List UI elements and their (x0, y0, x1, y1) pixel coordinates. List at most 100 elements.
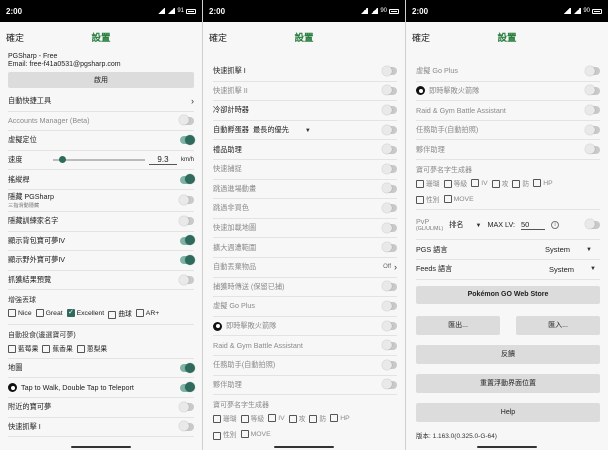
namegen-gender[interactable]: 性別 (416, 194, 440, 205)
pal-helper-toggle[interactable] (585, 144, 600, 155)
confirm-button[interactable]: 確定 (209, 31, 227, 44)
row-instant-capture[interactable]: 即時擊敗火箭隊 (416, 82, 600, 102)
quick-catch-toggle[interactable] (382, 163, 397, 174)
namegen-def[interactable]: 防 (309, 413, 326, 424)
row-go-plus[interactable]: 虛擬 Go Plus (416, 62, 600, 82)
namegen-def[interactable]: 防 (512, 178, 529, 189)
row-auto-hatch[interactable]: 自動孵蛋器 最長的優先 ▼ (213, 121, 397, 141)
berry-razz[interactable]: 藍莓果 (8, 343, 38, 353)
fast-map-load-toggle[interactable] (382, 222, 397, 233)
row-task-helper[interactable]: 任務助手(自動拍照) (416, 121, 600, 141)
nearby-toggle[interactable] (179, 401, 194, 412)
row-auto-tools[interactable]: 自動快捷工具 › (8, 92, 194, 112)
instant-capture-toggle[interactable] (585, 85, 600, 96)
task-helper-toggle[interactable] (382, 359, 397, 370)
row-quick-catch-2[interactable]: 快速抓擊 II (213, 82, 397, 102)
throw-great[interactable]: Great (35, 309, 63, 318)
skip-evolve-anim-toggle[interactable] (382, 183, 397, 194)
go-plus-toggle[interactable] (382, 300, 397, 311)
row-fake-location[interactable]: 虛擬定位 (8, 131, 195, 151)
namegen-move[interactable]: MOVE (240, 430, 271, 439)
confirm-button[interactable]: 確定 (6, 31, 24, 44)
hide-trainer-name-toggle[interactable] (179, 215, 194, 226)
pgs-language-select[interactable]: System ▼ (545, 245, 592, 254)
row-instant-capture[interactable]: 即時擊敗火箭隊 (213, 317, 397, 337)
max-lv-input[interactable]: 50 (521, 220, 546, 230)
expand-range-toggle[interactable] (382, 242, 397, 253)
show-wild-iv-toggle[interactable] (180, 254, 195, 265)
catch-preview-toggle[interactable] (179, 274, 194, 285)
namegen-hp[interactable]: HP (330, 414, 350, 423)
row-quick-catch-1[interactable]: 快速抓擊 I (8, 418, 194, 438)
gift-helper-toggle[interactable] (382, 144, 397, 155)
export-button[interactable]: 匯出... (416, 315, 500, 335)
help-button[interactable]: Help (416, 402, 600, 422)
row-hide-pgsharp[interactable]: 隱藏 PGSharp 三指滑動隱藏 (8, 190, 194, 212)
namegen-gender[interactable]: 性別 (213, 429, 237, 440)
catch-transfer-toggle[interactable] (382, 281, 397, 292)
quick-catch-2-toggle[interactable] (382, 85, 397, 96)
row-skip-cutscene[interactable]: 跳過非買色 (213, 199, 397, 219)
quick-catch-1-toggle[interactable] (382, 65, 397, 76)
berry-pinap[interactable]: 蔥梨果 (76, 343, 107, 353)
row-raid-assistant[interactable]: Raid & Gym Battle Assistant (416, 101, 600, 121)
namegen-iv[interactable]: IV (471, 179, 488, 188)
row-accounts-manager[interactable]: Accounts Manager (Beta) (8, 112, 194, 132)
row-pal-helper[interactable]: 夥伴助理 (416, 140, 600, 160)
accounts-manager-toggle[interactable] (179, 115, 194, 126)
row-quick-catch[interactable]: 快速捕捉 (213, 160, 397, 180)
row-show-wild-iv[interactable]: 顯示野外寶可夢IV (8, 251, 195, 271)
row-catch-transfer[interactable]: 捕獲時傳送 (保留已捕) (213, 278, 397, 298)
auto-hatch-toggle[interactable] (382, 124, 397, 135)
fake-location-toggle[interactable] (180, 134, 195, 145)
row-joystick[interactable]: 搖縱桿 (8, 170, 195, 190)
settings-list[interactable]: 虛擬 Go Plus 即時擊敗火箭隊 Raid & Gym Battle Ass… (406, 62, 608, 444)
info-icon[interactable]: i (551, 220, 560, 229)
namegen-move[interactable]: MOVE (443, 195, 474, 204)
row-task-helper[interactable]: 任務助手(自動拍照) (213, 356, 397, 376)
row-pgs-language[interactable]: PGS 語言 System ▼ (416, 240, 600, 260)
quick-catch-1-toggle[interactable] (179, 421, 194, 432)
hide-pgsharp-toggle[interactable] (179, 194, 194, 205)
row-raid-assistant[interactable]: Raid & Gym Battle Assistant (213, 336, 397, 356)
speed-slider[interactable] (52, 156, 145, 164)
raid-assistant-toggle[interactable] (585, 104, 600, 115)
throw-excellent[interactable]: Excellent (66, 308, 104, 318)
speed-input[interactable]: 9.3 (148, 155, 177, 166)
row-auto-discard[interactable]: 自動丟棄物品 Off › (213, 258, 397, 278)
show-bag-iv-toggle[interactable] (180, 235, 195, 246)
row-pal-helper[interactable]: 夥伴助理 (213, 376, 397, 396)
row-skip-evolve-anim[interactable]: 跳過進場動畫 (213, 180, 397, 200)
enable-button[interactable]: 啟用 (8, 72, 194, 88)
row-catch-preview[interactable]: 抓獲結果預覽 (8, 271, 194, 291)
berry-nanab[interactable]: 蕉香果 (42, 343, 73, 353)
map-toggle[interactable] (180, 362, 195, 373)
namegen-coral[interactable]: 珊瑚 (213, 413, 237, 424)
row-cooldown-timer[interactable]: 冷卻計時器 (213, 101, 397, 121)
row-fast-map-load[interactable]: 快速加載地圖 (213, 219, 397, 239)
namegen-atk[interactable]: 攻 (288, 413, 305, 424)
row-gift-helper[interactable]: 禮品助理 (213, 140, 397, 160)
row-pvp[interactable]: PvP (GL/UL/ML) 排名 ▼ MAX LV: 50 i (416, 210, 600, 241)
namegen-iv[interactable]: IV (268, 414, 285, 423)
namegen-level[interactable]: 等級 (240, 413, 264, 424)
row-hide-trainer-name[interactable]: 隱藏訓練家名字 (8, 212, 194, 232)
nav-gesture-bar[interactable] (71, 446, 131, 448)
throw-ar-plus[interactable]: AR+ (135, 309, 159, 318)
throw-curve[interactable]: 曲球 (108, 308, 132, 319)
throw-nice[interactable]: Nice (8, 309, 32, 318)
joystick-toggle[interactable] (180, 174, 195, 185)
row-tap-walk[interactable]: Tap to Walk, Double Tap to Teleport (8, 378, 195, 398)
instant-capture-toggle[interactable] (382, 320, 397, 331)
hatch-option-select[interactable]: 最長的優先 ▼ (253, 125, 311, 134)
pvp-toggle[interactable] (585, 219, 600, 230)
raid-assistant-toggle[interactable] (382, 340, 397, 351)
nav-gesture-bar[interactable] (274, 446, 334, 448)
reset-float-button[interactable]: 重置浮動界面位置 (416, 373, 600, 393)
row-nearby[interactable]: 附近的寶可夢 (8, 398, 194, 418)
pal-helper-toggle[interactable] (382, 379, 397, 390)
namegen-level[interactable]: 等級 (443, 178, 467, 189)
go-plus-toggle[interactable] (585, 65, 600, 76)
namegen-hp[interactable]: HP (533, 179, 553, 188)
row-expand-range[interactable]: 擴大週遭範圍 (213, 238, 397, 258)
